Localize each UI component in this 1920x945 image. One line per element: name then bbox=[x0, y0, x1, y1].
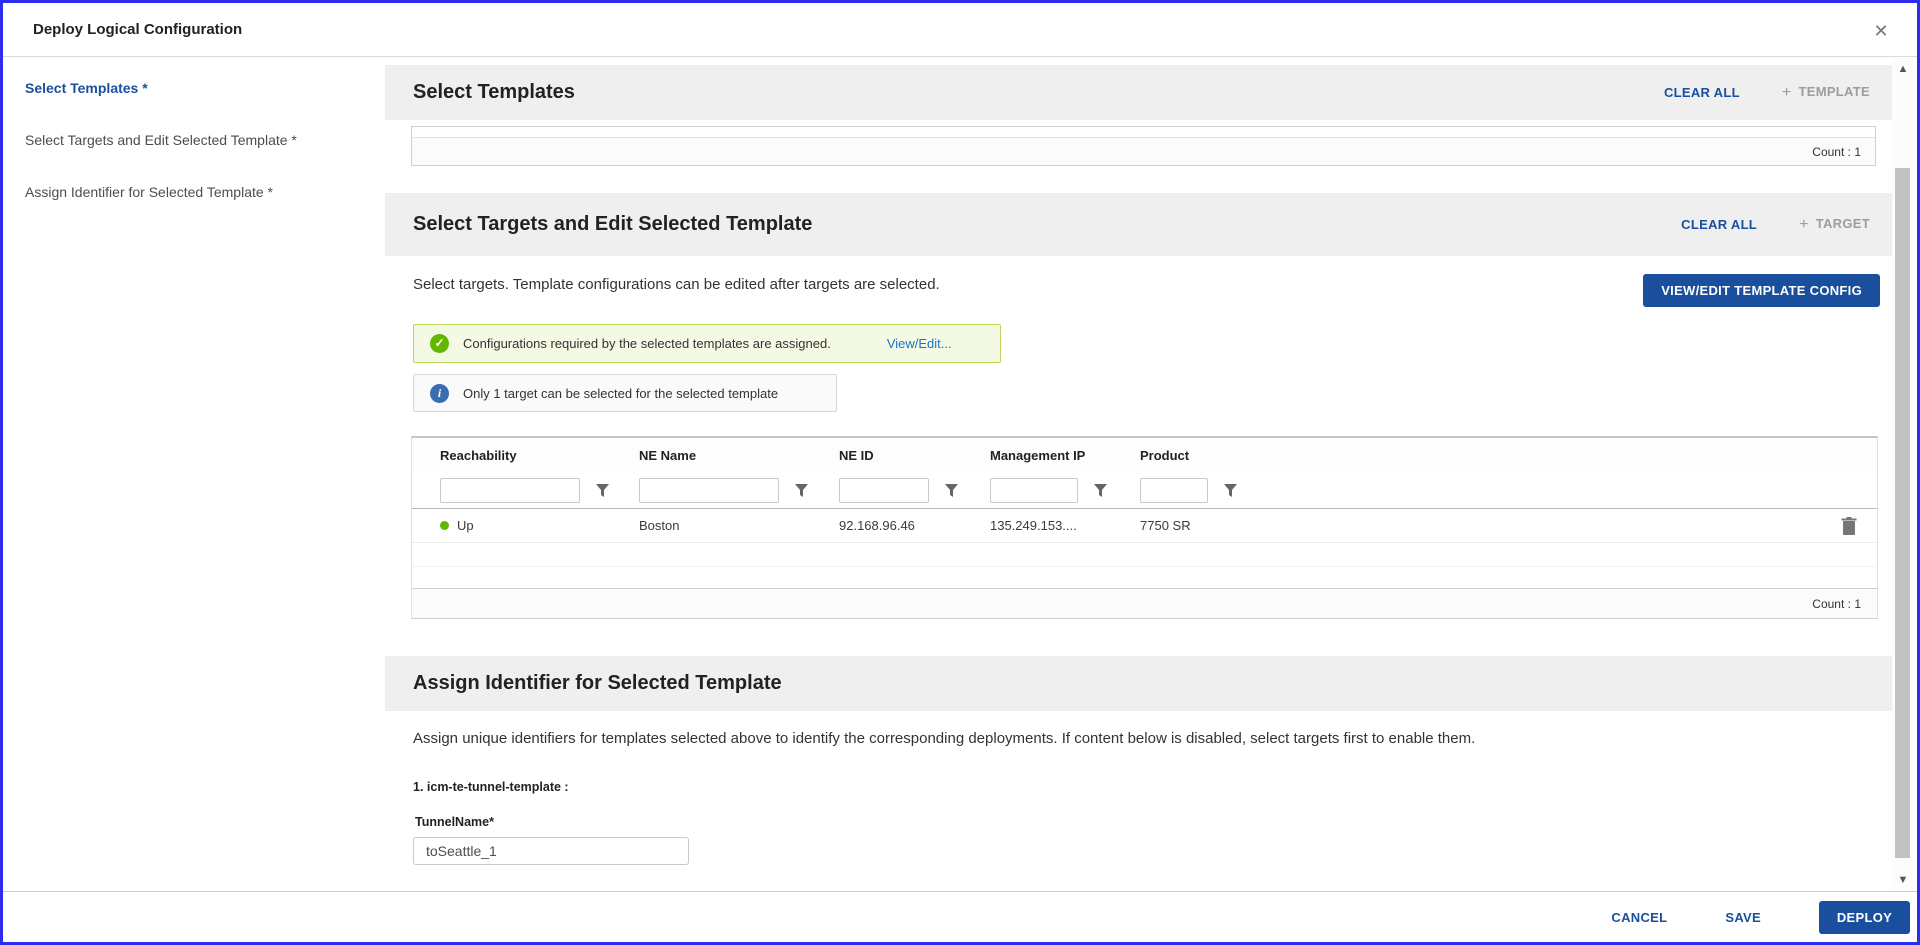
filter-input-product[interactable] bbox=[1140, 478, 1208, 503]
targets-count: Count : 1 bbox=[412, 588, 1877, 618]
filter-funnel-icon[interactable] bbox=[596, 484, 609, 497]
templates-clear-all-button[interactable]: CLEAR ALL bbox=[1664, 85, 1740, 100]
check-circle-icon: ✓ bbox=[430, 334, 449, 353]
identifier-description: Assign unique identifiers for templates … bbox=[413, 730, 1475, 747]
template-row-partial bbox=[412, 127, 1875, 138]
template-name-label: 1. icm-te-tunnel-template : bbox=[413, 780, 569, 794]
dialog-title: Deploy Logical Configuration bbox=[33, 21, 242, 38]
cell-management-ip: 135.249.153.... bbox=[990, 518, 1140, 533]
select-targets-title: Select Targets and Edit Selected Templat… bbox=[413, 213, 812, 236]
target-limit-banner: i Only 1 target can be selected for the … bbox=[413, 374, 837, 412]
vertical-scrollbar[interactable]: ▲ ▼ bbox=[1892, 58, 1914, 891]
empty-table-row bbox=[412, 543, 1877, 567]
delete-target-icon[interactable] bbox=[1841, 517, 1857, 535]
tunnel-name-input[interactable] bbox=[413, 837, 689, 865]
column-header-ne-name: NE Name bbox=[639, 448, 839, 463]
filter-funnel-icon[interactable] bbox=[1224, 484, 1237, 497]
templates-count: Count : 1 bbox=[412, 138, 1875, 165]
filter-input-reachability[interactable] bbox=[440, 478, 580, 503]
view-edit-link[interactable]: View/Edit... bbox=[887, 336, 952, 351]
main-content: Select Templates CLEAR ALL +TEMPLATE Cou… bbox=[385, 58, 1898, 891]
status-up-icon bbox=[440, 521, 449, 530]
column-header-product: Product bbox=[1140, 448, 1767, 463]
column-header-ne-id: NE ID bbox=[839, 448, 990, 463]
assign-identifier-title: Assign Identifier for Selected Template bbox=[413, 672, 782, 695]
filter-funnel-icon[interactable] bbox=[1094, 484, 1107, 497]
save-button[interactable]: SAVE bbox=[1725, 910, 1761, 925]
close-icon[interactable]: ✕ bbox=[1869, 19, 1893, 43]
add-target-button[interactable]: +TARGET bbox=[1799, 216, 1870, 234]
filter-input-ne-id[interactable] bbox=[839, 478, 929, 503]
view-edit-template-config-button[interactable]: VIEW/EDIT TEMPLATE CONFIG bbox=[1643, 274, 1880, 307]
filter-funnel-icon[interactable] bbox=[945, 484, 958, 497]
targets-table-filter-row bbox=[412, 472, 1877, 509]
filter-funnel-icon[interactable] bbox=[795, 484, 808, 497]
target-limit-text: Only 1 target can be selected for the se… bbox=[463, 386, 778, 401]
select-targets-section-header: Select Targets and Edit Selected Templat… bbox=[385, 193, 1898, 256]
deploy-logical-configuration-dialog: Deploy Logical Configuration ✕ Select Te… bbox=[0, 0, 1920, 945]
wizard-steps-sidebar: Select Templates * Select Targets and Ed… bbox=[3, 58, 385, 891]
sidebar-item-select-targets[interactable]: Select Targets and Edit Selected Templat… bbox=[3, 118, 385, 162]
selected-templates-table: Count : 1 bbox=[411, 126, 1876, 166]
targets-clear-all-button[interactable]: CLEAR ALL bbox=[1681, 217, 1757, 232]
cell-ne-name: Boston bbox=[639, 518, 839, 533]
target-table-row[interactable]: Up Boston 92.168.96.46 135.249.153.... 7… bbox=[412, 509, 1877, 543]
targets-table: Reachability NE Name NE ID Management IP… bbox=[411, 436, 1878, 619]
sidebar-item-select-templates[interactable]: Select Templates * bbox=[3, 66, 385, 110]
scrollbar-thumb[interactable] bbox=[1895, 168, 1910, 858]
cancel-button[interactable]: CANCEL bbox=[1611, 910, 1667, 925]
tunnel-name-label: TunnelName* bbox=[415, 815, 494, 829]
assign-identifier-section-header: Assign Identifier for Selected Template bbox=[385, 656, 1898, 711]
cell-reachability: Up bbox=[457, 518, 474, 533]
deploy-button[interactable]: DEPLOY bbox=[1819, 901, 1910, 934]
targets-table-header-row: Reachability NE Name NE ID Management IP… bbox=[412, 438, 1877, 472]
cell-ne-id: 92.168.96.46 bbox=[839, 518, 990, 533]
dialog-title-bar: Deploy Logical Configuration ✕ bbox=[3, 3, 1917, 57]
column-header-management-ip: Management IP bbox=[990, 448, 1140, 463]
plus-icon: + bbox=[1782, 84, 1792, 101]
filter-input-management-ip[interactable] bbox=[990, 478, 1078, 503]
cell-product: 7750 SR bbox=[1140, 518, 1767, 533]
plus-icon: + bbox=[1799, 216, 1809, 233]
config-assigned-text: Configurations required by the selected … bbox=[463, 336, 831, 351]
sidebar-item-assign-identifier[interactable]: Assign Identifier for Selected Template … bbox=[3, 170, 385, 214]
filter-input-ne-name[interactable] bbox=[639, 478, 779, 503]
scroll-up-icon[interactable]: ▲ bbox=[1896, 62, 1910, 76]
info-circle-icon: i bbox=[430, 384, 449, 403]
config-assigned-banner: ✓ Configurations required by the selecte… bbox=[413, 324, 1001, 363]
select-templates-section-header: Select Templates CLEAR ALL +TEMPLATE bbox=[385, 65, 1898, 120]
column-header-reachability: Reachability bbox=[412, 448, 639, 463]
add-template-button[interactable]: +TEMPLATE bbox=[1782, 84, 1870, 102]
targets-description: Select targets. Template configurations … bbox=[413, 276, 940, 293]
dialog-footer: CANCEL SAVE DEPLOY bbox=[3, 891, 1917, 942]
scroll-down-icon[interactable]: ▼ bbox=[1896, 873, 1910, 887]
select-templates-title: Select Templates bbox=[413, 81, 575, 104]
